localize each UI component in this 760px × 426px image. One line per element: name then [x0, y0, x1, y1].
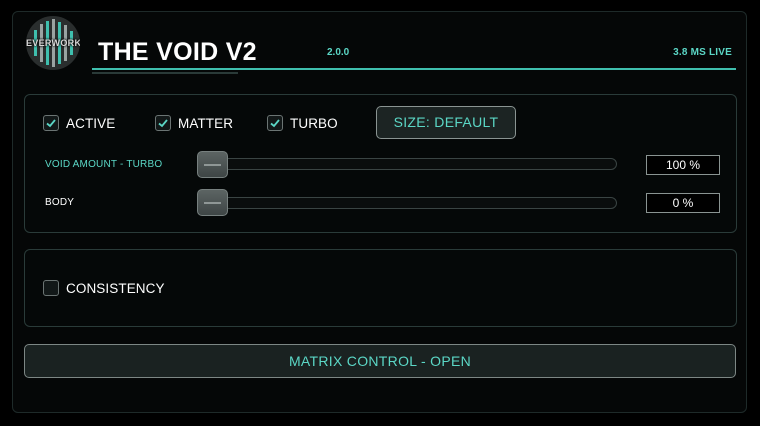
size-button[interactable]: SIZE: DEFAULT: [376, 106, 516, 139]
turbo-checkbox[interactable]: [267, 115, 283, 131]
matrix-control-button[interactable]: MATRIX CONTROL - OPEN: [24, 344, 736, 378]
brand-name: EVERWORKS: [26, 38, 80, 48]
body-value-field[interactable]: 0 %: [646, 193, 720, 213]
check-icon: [46, 119, 56, 128]
consistency-label: CONSISTENCY: [66, 281, 165, 296]
matter-checkbox[interactable]: [155, 115, 171, 131]
active-label: ACTIVE: [66, 116, 116, 131]
turbo-label: TURBO: [290, 116, 338, 131]
check-icon: [158, 119, 168, 128]
void-amount-slider-track[interactable]: [198, 158, 617, 170]
title-underline: [92, 68, 736, 70]
matter-label: MATTER: [178, 116, 234, 131]
slider-knob-icon: [204, 202, 221, 204]
body-slider-track[interactable]: [198, 197, 617, 209]
latency-label: 3.8 MS LIVE: [673, 47, 732, 58]
plugin-title: THE VOID V2: [98, 38, 257, 66]
brand-logo: EVERWORKS: [26, 16, 80, 70]
consistency-checkbox[interactable]: [43, 280, 59, 296]
void-amount-value-field[interactable]: 100 %: [646, 155, 720, 175]
slider-knob-icon: [204, 164, 221, 166]
void-amount-label: VOID AMOUNT - TURBO: [45, 159, 163, 170]
body-label: BODY: [45, 197, 75, 208]
body-slider-handle[interactable]: [197, 189, 228, 216]
void-amount-slider-handle[interactable]: [197, 151, 228, 178]
title-underline-secondary: [92, 72, 238, 74]
version-label: 2.0.0: [327, 47, 350, 58]
active-checkbox[interactable]: [43, 115, 59, 131]
check-icon: [270, 119, 280, 128]
